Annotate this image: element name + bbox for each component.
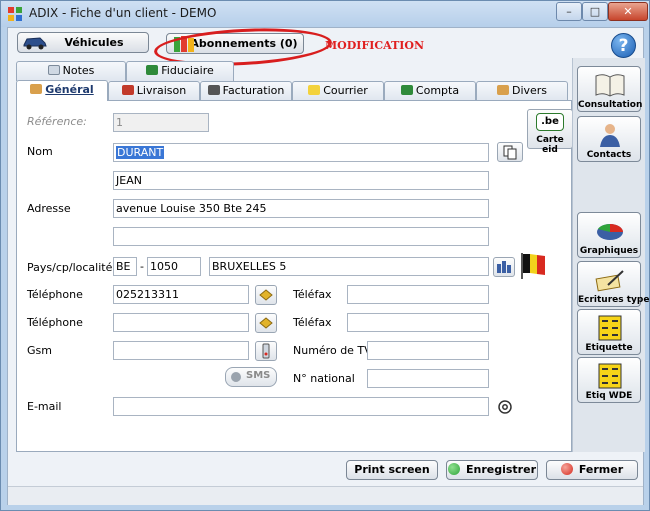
general-icon bbox=[30, 84, 43, 94]
modification-annotation: MODIFICATION bbox=[325, 39, 425, 52]
carte-eid-label: Carte eid bbox=[536, 135, 564, 155]
status-bar bbox=[8, 486, 643, 505]
copy-icon bbox=[503, 145, 517, 160]
gsm-dial-button[interactable] bbox=[255, 341, 277, 361]
tab-general[interactable]: Général bbox=[16, 80, 108, 101]
numero-national-field[interactable] bbox=[367, 369, 489, 388]
phone1-dial-button[interactable] bbox=[255, 285, 277, 305]
prenom-field[interactable]: JEAN bbox=[113, 171, 489, 190]
tab-fiduciaire[interactable]: Fiduciaire bbox=[126, 61, 234, 81]
telephone1-field[interactable]: 025213311 bbox=[113, 285, 249, 304]
graphiques-button[interactable]: Graphiques bbox=[577, 212, 641, 258]
maximize-button[interactable]: □ bbox=[582, 2, 608, 21]
carte-eid-button[interactable]: .be Carte eid bbox=[527, 109, 573, 155]
localite-lookup-button[interactable] bbox=[493, 257, 515, 277]
nom-label: Nom bbox=[27, 145, 53, 158]
print-screen-button[interactable]: Print screen bbox=[346, 460, 438, 480]
telefax1-label: Téléfax bbox=[293, 288, 332, 301]
nom-field[interactable]: DURANT bbox=[113, 143, 489, 162]
fermer-button[interactable]: Fermer bbox=[546, 460, 638, 480]
title-bar: ADIX - Fiche d'un client - DEMO – □ ✕ bbox=[1, 1, 649, 27]
telephone2-field[interactable] bbox=[113, 313, 249, 332]
code-postal-field[interactable]: 1050 bbox=[147, 257, 201, 276]
save-icon bbox=[448, 463, 460, 475]
adix-app-icon bbox=[8, 7, 22, 21]
sms-label: SMS bbox=[246, 370, 271, 381]
mobile-phone-icon bbox=[262, 343, 270, 359]
car-icon bbox=[23, 37, 47, 50]
reference-field: 1 bbox=[113, 113, 209, 132]
contacts-button[interactable]: Contacts bbox=[577, 116, 641, 162]
send-email-icon[interactable] bbox=[497, 399, 513, 415]
phone2-dial-button[interactable] bbox=[255, 313, 277, 333]
city-icon bbox=[497, 261, 511, 273]
tva-field[interactable] bbox=[367, 341, 489, 360]
adresse-line2-field[interactable] bbox=[113, 227, 489, 246]
sms-icon bbox=[231, 372, 241, 382]
vehicules-button[interactable]: Véhicules bbox=[17, 32, 149, 53]
minimize-button[interactable]: – bbox=[556, 2, 582, 21]
help-icon[interactable]: ? bbox=[611, 33, 636, 58]
email-field[interactable] bbox=[113, 397, 489, 416]
general-panel: Référence: 1 .be Carte eid Nom DURANT JE… bbox=[16, 100, 573, 452]
vehicules-label: Véhicules bbox=[64, 36, 124, 49]
truck-icon bbox=[121, 85, 134, 95]
pen-icon bbox=[207, 85, 220, 95]
reference-label: Référence: bbox=[27, 115, 87, 128]
copy-name-button[interactable] bbox=[497, 142, 523, 162]
label-icon bbox=[598, 315, 622, 341]
writing-icon bbox=[595, 270, 624, 292]
tva-label: Numéro de TVA bbox=[293, 344, 379, 357]
book-icon bbox=[595, 74, 625, 97]
client-area: Véhicules Abonnements (0) MODIFICATION ?… bbox=[7, 24, 650, 505]
tab-courrier[interactable]: Courrier bbox=[292, 81, 384, 101]
tab-facturation[interactable]: Facturation bbox=[200, 81, 292, 101]
gsm-label: Gsm bbox=[27, 344, 52, 357]
consultation-button[interactable]: Consultation bbox=[577, 66, 642, 112]
sms-button[interactable]: SMS bbox=[225, 367, 277, 387]
close-icon bbox=[560, 463, 573, 475]
pie-chart-icon bbox=[597, 224, 623, 240]
cp-separator: - bbox=[140, 260, 144, 273]
telephone1-label: Téléphone bbox=[27, 288, 83, 301]
ecritures-types-button[interactable]: Ecritures types bbox=[577, 261, 650, 307]
pays-cp-localite-label: Pays/cp/localité bbox=[27, 261, 113, 274]
close-window-button[interactable]: ✕ bbox=[608, 2, 648, 21]
eid-logo-icon: .be bbox=[536, 113, 564, 131]
phone-icon bbox=[259, 289, 273, 301]
telefax2-field[interactable] bbox=[347, 313, 489, 332]
email-label: E-mail bbox=[27, 400, 62, 413]
numero-national-label: N° national bbox=[293, 372, 355, 385]
telefax2-label: Téléfax bbox=[293, 316, 332, 329]
client-window: ADIX - Fiche d'un client - DEMO – □ ✕ Vé… bbox=[0, 0, 650, 511]
tab-livraison[interactable]: Livraison bbox=[108, 81, 200, 101]
localite-field[interactable]: BRUXELLES 5 bbox=[209, 257, 489, 276]
notes-icon bbox=[47, 65, 60, 75]
tab-compta[interactable]: Compta bbox=[384, 81, 476, 101]
etiq-wde-button[interactable]: Etiq WDE bbox=[577, 357, 641, 403]
pays-field[interactable]: BE bbox=[113, 257, 137, 276]
telephone2-label: Téléphone bbox=[27, 316, 83, 329]
adresse-label: Adresse bbox=[27, 202, 71, 215]
calculator-icon bbox=[400, 85, 413, 95]
save-button[interactable]: Enregistrer bbox=[446, 460, 538, 480]
telefax1-field[interactable] bbox=[347, 285, 489, 304]
person-icon bbox=[600, 124, 620, 147]
etiquette-button[interactable]: Etiquette bbox=[577, 309, 641, 355]
envelope-icon bbox=[308, 85, 321, 95]
gsm-field[interactable] bbox=[113, 341, 249, 360]
belgian-flag-icon bbox=[521, 253, 545, 279]
label-wde-icon bbox=[598, 363, 622, 389]
phone-icon bbox=[259, 317, 273, 329]
adresse-line1-field[interactable]: avenue Louise 350 Bte 245 bbox=[113, 199, 489, 218]
window-title: ADIX - Fiche d'un client - DEMO bbox=[29, 6, 217, 20]
tab-divers[interactable]: Divers bbox=[476, 81, 568, 101]
divers-icon bbox=[496, 85, 509, 95]
tab-notes[interactable]: Notes bbox=[16, 61, 126, 81]
fiduciaire-icon bbox=[146, 65, 159, 75]
